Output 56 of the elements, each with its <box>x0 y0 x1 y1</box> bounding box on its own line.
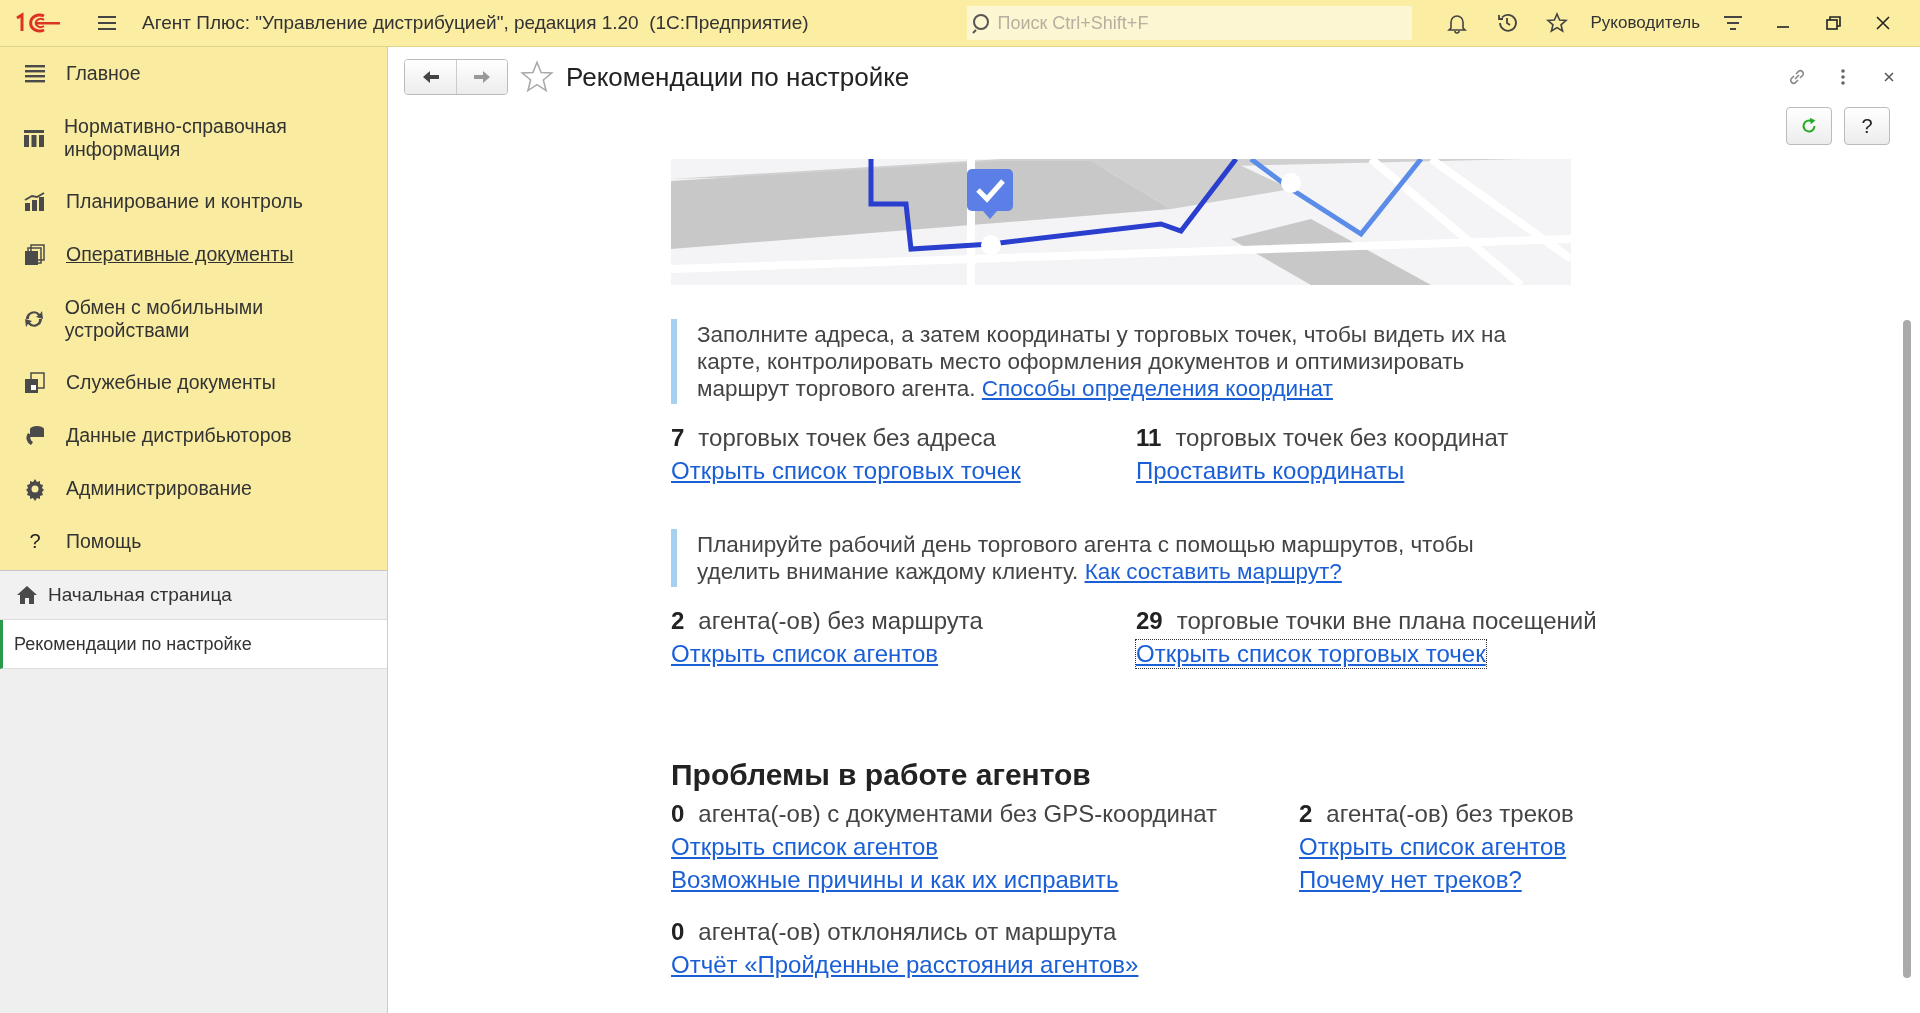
section-item[interactable]: Данные дистрибьюторов <box>0 409 387 462</box>
help-button[interactable]: ? <box>1844 107 1890 145</box>
home-icon <box>16 584 38 606</box>
refresh-button[interactable] <box>1786 107 1832 145</box>
action-link[interactable]: Проставить координаты <box>1136 457 1405 485</box>
stat-label: агента(-ов) с документами без GPS-координат <box>698 800 1217 828</box>
section-item[interactable]: Планирование и контроль <box>0 175 387 228</box>
count-value: 0 <box>671 800 685 828</box>
count-value: 11 <box>1136 424 1162 452</box>
search-field[interactable]: Поиск Ctrl+Shift+F <box>967 6 1413 40</box>
action-link[interactable]: Возможные причины и как их исправить <box>671 866 1119 894</box>
count-value: 29 <box>1136 607 1163 635</box>
user-name[interactable]: Руководитель <box>1590 13 1700 33</box>
action-link[interactable]: Открыть список агентов <box>671 640 939 668</box>
count-value: 2 <box>671 607 685 635</box>
section-item[interactable]: Служебные документы <box>0 356 387 409</box>
route-help-link[interactable]: Как составить маршрут? <box>1084 559 1342 584</box>
database-icon <box>23 423 47 448</box>
section-item[interactable]: Обмен с мобильными устройствами <box>0 281 387 356</box>
section-item[interactable]: Администрирование <box>0 462 387 515</box>
page-title: Рекомендации по настройке <box>566 61 910 93</box>
stat-label: агента(-ов) без треков <box>1326 800 1574 828</box>
documents-icon <box>23 242 47 267</box>
action-link[interactable]: Открыть список торговых точек <box>1136 640 1486 668</box>
stat-label: агента(-ов) без маршрута <box>698 607 983 635</box>
count-value: 0 <box>671 918 685 946</box>
star-icon[interactable] <box>520 60 554 94</box>
open-page-tab[interactable]: Рекомендации по настройке <box>0 620 387 669</box>
stat-label: торговые точки вне плана посещений <box>1176 607 1597 635</box>
stat-label: торговых точек без координат <box>1175 424 1509 452</box>
bar-chart-icon <box>23 189 47 214</box>
section-item[interactable]: Главное <box>0 47 387 100</box>
stat-label: агента(-ов) отклонялись от маршрута <box>698 918 1117 946</box>
bell-icon[interactable] <box>1446 12 1469 34</box>
action-link[interactable]: Почему нет треков? <box>1299 866 1522 894</box>
section-item[interactable]: ? Помощь <box>0 515 387 568</box>
pages-icon <box>23 370 47 395</box>
star-icon[interactable] <box>1546 12 1569 34</box>
section-item[interactable]: Оперативные документы <box>0 228 387 281</box>
coordinates-methods-link[interactable]: Способы определения координат <box>981 376 1333 401</box>
action-link[interactable]: Открыть список торговых точек <box>671 457 1021 485</box>
stat-label: торговых точек без адреса <box>698 424 996 452</box>
action-link[interactable]: Открыть список агентов <box>671 833 939 861</box>
action-link[interactable]: Открыть список агентов <box>1299 833 1567 861</box>
section-heading: Проблемы в работе агентов <box>671 758 1092 792</box>
hint-text: Заполните адреса, а затем координаты у торговых точек, чтобы видеть их на карте, контролировать место оформления документов и оптимизировать маршрут торгового агента. Способы определения координат <box>671 319 1527 404</box>
count-value: 7 <box>671 424 685 452</box>
count-value: 2 <box>1299 800 1313 828</box>
help-icon: ? <box>29 530 41 553</box>
history-icon[interactable] <box>1496 12 1519 34</box>
section-item[interactable]: Нормативно-справочная информация <box>0 100 387 175</box>
logo-icon <box>14 12 62 34</box>
app-title: Агент Плюс: "Управление дистрибуцией", редакция 1.20 (1С:Предприятие) <box>142 12 810 34</box>
back-button[interactable] <box>405 60 456 94</box>
action-link[interactable]: Отчёт «Пройденные расстояния агентов» <box>671 951 1139 979</box>
hint-text: Планируйте рабочий день торгового агента с помощью маршрутов, чтобы уделить внимание каждому клиенту. Как составить маршрут? <box>671 529 1527 587</box>
